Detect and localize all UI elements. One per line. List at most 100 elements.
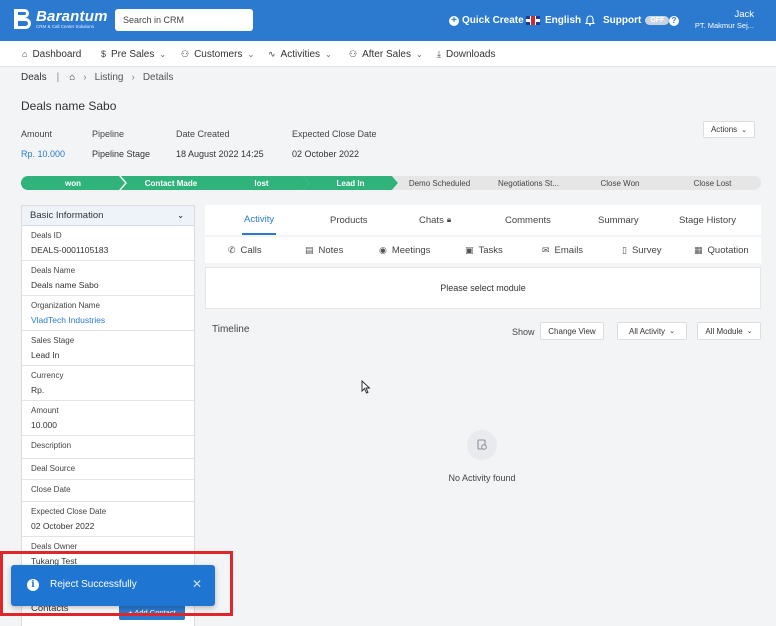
stage-negotiations[interactable]: Negotiations St... — [481, 176, 576, 190]
summary-date-created: Date Created 18 August 2022 14:25 — [176, 129, 264, 159]
breadcrumb-listing[interactable]: Listing — [95, 72, 124, 83]
actions-button[interactable]: Actions ⌄ — [703, 121, 755, 138]
phone-icon: ✆ — [228, 244, 236, 255]
select-module-text: Please select module — [440, 283, 526, 293]
document-icon: ▯ — [622, 244, 627, 255]
all-module-dropdown[interactable]: All Module ⌄ — [697, 322, 761, 340]
module-calls[interactable]: ✆ Calls — [228, 237, 262, 263]
stage-lost[interactable]: lost — [214, 176, 309, 190]
module-survey[interactable]: ▯ Survey — [622, 237, 662, 263]
tab-summary[interactable]: Summary — [598, 205, 639, 235]
logo-mark-icon — [12, 8, 32, 30]
field-description: Description — [22, 436, 194, 459]
summary-value: 18 August 2022 14:25 — [176, 149, 264, 159]
module-notes[interactable]: ▤ Notes — [305, 237, 343, 263]
all-activity-dropdown[interactable]: All Activity ⌄ — [617, 322, 687, 340]
quick-create-button[interactable]: + Quick Create — [449, 0, 524, 41]
field-expected-close-date: Expected Close Date 02 October 2022 — [22, 502, 194, 537]
module-label: Notes — [318, 244, 344, 256]
stage-label: won — [65, 178, 81, 188]
chevron-down-icon: ⌄ — [159, 49, 167, 59]
chevron-right-icon: › — [83, 72, 87, 83]
stage-demo-scheduled[interactable]: Demo Scheduled — [392, 176, 487, 190]
organization-link[interactable]: VladTech Industries — [31, 315, 185, 325]
field-value: Lead In — [31, 350, 60, 360]
menu-customers[interactable]: ⚇ Customers ⌄ — [181, 41, 254, 67]
stage-contact-made[interactable]: Contact Made — [121, 176, 221, 190]
quotation-icon: ▦ — [694, 244, 703, 255]
stage-lead-in[interactable]: Lead In — [303, 176, 398, 190]
stage-won[interactable]: won — [21, 176, 125, 190]
module-emails[interactable]: ✉ Emails — [542, 237, 583, 263]
notification-button[interactable] — [585, 0, 595, 41]
user-menu[interactable]: Jack PT. Makmur Sej... — [695, 9, 754, 31]
summary-label: Expected Close Date — [292, 129, 377, 139]
field-value: 02 October 2022 — [31, 521, 95, 531]
menu-pre-sales[interactable]: $ Pre Sales ⌄ — [101, 41, 166, 67]
dropdown-label: All Activity — [629, 326, 666, 336]
summary-pipeline: Pipeline Pipeline Stage — [92, 129, 150, 159]
summary-value: 02 October 2022 — [292, 149, 360, 159]
summary-amount: Amount Rp. 10.000 — [21, 129, 65, 159]
stage-label: Negotiations St... — [498, 178, 559, 188]
users-icon: ⚇ — [349, 48, 358, 59]
stage-label: Close Lost — [693, 178, 732, 188]
bell-icon — [585, 15, 595, 26]
panel-title: Basic Information — [30, 210, 104, 221]
detail-tabs: Activity Products Chats 🔒︎ Comments Summa… — [205, 205, 761, 235]
module-label: Quotation — [707, 244, 749, 256]
chevron-down-icon: ⌄ — [247, 49, 255, 59]
chevron-right-icon: › — [131, 72, 135, 83]
change-view-button[interactable]: Change View — [540, 322, 604, 340]
field-label: Organization Name — [31, 301, 100, 310]
menu-label: After Sales — [362, 48, 411, 60]
tab-label: Summary — [598, 214, 639, 226]
module-tasks[interactable]: ▣ Tasks — [465, 237, 503, 263]
menu-dashboard[interactable]: ⌂ Dashboard — [22, 41, 81, 67]
dollar-icon: $ — [101, 49, 107, 59]
summary-label: Date Created — [176, 129, 230, 139]
module-quotation[interactable]: ▦ Quotation — [694, 237, 749, 263]
search-input[interactable] — [115, 9, 253, 31]
tab-activity[interactable]: Activity — [242, 205, 277, 235]
field-label: Deal Source — [31, 464, 76, 473]
summary-value: Pipeline Stage — [92, 149, 151, 159]
user-name: Jack — [734, 9, 754, 20]
tab-comments[interactable]: Comments — [505, 205, 551, 235]
top-bar: Barantum CRM & Call Center Solutions + Q… — [0, 0, 776, 41]
tab-stage-history[interactable]: Stage History — [679, 205, 736, 235]
menu-label: Activities — [280, 48, 320, 60]
stage-close-won[interactable]: Close Won — [570, 176, 670, 190]
field-deals-name: Deals Name Deals name Sabo — [22, 261, 194, 296]
help-button[interactable]: ? — [669, 0, 679, 41]
menu-after-sales[interactable]: ⚇ After Sales ⌄ — [349, 41, 423, 67]
basic-information-header[interactable]: Basic Information ⌄ — [22, 206, 194, 226]
stage-label: Demo Scheduled — [408, 178, 471, 188]
breadcrumb-separator: | — [56, 72, 60, 83]
field-deals-id: Deals ID DEALS-0001105183 — [22, 226, 194, 261]
select-module-message: Please select module — [205, 267, 761, 309]
tab-chats[interactable]: Chats 🔒︎ — [419, 205, 451, 235]
menu-activities[interactable]: ∿ Activities ⌄ — [268, 41, 332, 67]
breadcrumb-module[interactable]: Deals — [21, 72, 47, 83]
module-label: Tasks — [478, 244, 503, 256]
stage-close-lost[interactable]: Close Lost — [664, 176, 761, 190]
module-meetings[interactable]: ◉ Meetings — [379, 237, 430, 263]
breadcrumb: Deals | ⌂ › Listing › Details — [21, 72, 173, 83]
field-label: Deals ID — [31, 231, 62, 240]
location-pin-icon: ◉ — [379, 244, 387, 255]
menu-label: Pre Sales — [111, 48, 155, 60]
menu-label: Dashboard — [32, 48, 82, 60]
support-toggle[interactable]: Support OFF — [603, 0, 670, 41]
logo[interactable]: Barantum CRM & Call Center Solutions — [12, 8, 108, 30]
language-selector[interactable]: English — [526, 0, 581, 41]
module-label: Emails — [554, 244, 584, 256]
field-deal-source: Deal Source — [22, 459, 194, 480]
field-label: Expected Close Date — [31, 507, 107, 516]
tab-products[interactable]: Products — [330, 205, 368, 235]
briefcase-icon: ▣ — [465, 244, 474, 255]
support-toggle-switch[interactable]: OFF — [645, 16, 670, 25]
chevron-down-icon: ⌄ — [177, 211, 184, 220]
home-icon[interactable]: ⌂ — [69, 72, 75, 83]
menu-downloads[interactable]: ⤓ Downloads — [437, 41, 495, 67]
